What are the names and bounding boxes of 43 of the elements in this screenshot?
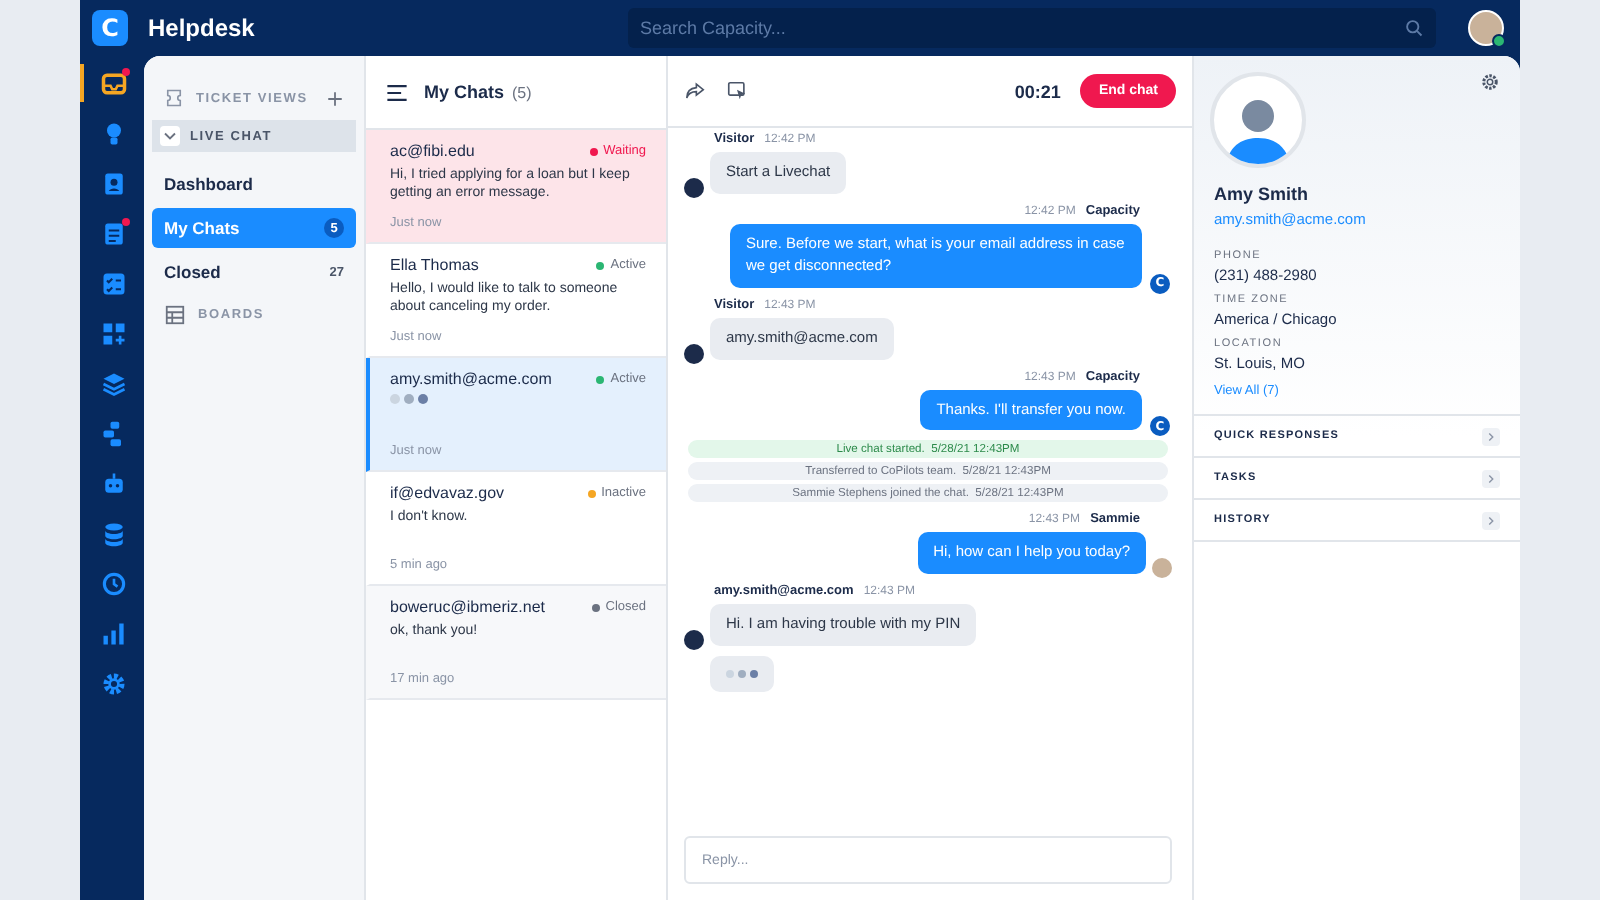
contact-name: Ella Thomas — [390, 256, 481, 274]
visitor-avatar — [684, 177, 704, 198]
visitor-avatar — [684, 343, 704, 363]
settings-icon[interactable] — [100, 669, 128, 697]
screen-cursor-icon[interactable] — [726, 80, 748, 102]
contact-name: if@edvavaz.gov — [390, 484, 507, 502]
contact-name: Amy Smith — [1214, 184, 1311, 204]
robot-icon[interactable] — [100, 469, 128, 497]
contact-name: boweruc@ibmeriz.net — [390, 598, 547, 616]
database-icon[interactable] — [100, 519, 128, 547]
expand-button[interactable] — [1482, 469, 1500, 487]
chevron-icon — [1484, 513, 1498, 527]
visitor-avatar — [684, 630, 704, 651]
user-avatar[interactable] — [1468, 10, 1504, 46]
chat-timer: 00:21 — [1014, 81, 1061, 101]
chevron-icon — [1484, 471, 1498, 485]
menu-icon[interactable] — [386, 81, 408, 103]
chevron-icon — [1484, 429, 1498, 443]
grid-icon[interactable] — [100, 319, 128, 347]
clock-icon[interactable] — [100, 569, 128, 597]
contact-name: amy.smith@acme.com — [390, 370, 554, 388]
search-icon[interactable] — [1404, 18, 1424, 38]
add-icon[interactable] — [326, 89, 344, 107]
ticket-icon — [164, 88, 184, 108]
layers-icon[interactable] — [100, 369, 128, 397]
contact-card-icon[interactable] — [100, 169, 128, 197]
typing-indicator — [710, 656, 774, 693]
expand-button[interactable] — [1482, 511, 1500, 529]
expand-button[interactable] — [1482, 427, 1500, 445]
settings-icon[interactable] — [1480, 72, 1500, 92]
contact-name: ac@fibi.edu — [390, 142, 477, 160]
bar-chart-icon[interactable] — [100, 619, 128, 647]
search-field[interactable]: Search Capacity... — [628, 8, 1436, 48]
inbox-icon[interactable] — [100, 69, 128, 97]
list-title: My Chats — [424, 82, 505, 102]
share-icon[interactable] — [684, 80, 706, 102]
table-icon — [164, 304, 186, 326]
document-icon[interactable] — [100, 219, 128, 247]
nav-item[interactable]: Dashboard — [152, 164, 356, 204]
chat-count: (5) — [512, 83, 532, 101]
agent-avatar — [1152, 558, 1172, 579]
checklist-icon[interactable] — [100, 269, 128, 297]
app-title: Helpdesk — [148, 14, 257, 42]
